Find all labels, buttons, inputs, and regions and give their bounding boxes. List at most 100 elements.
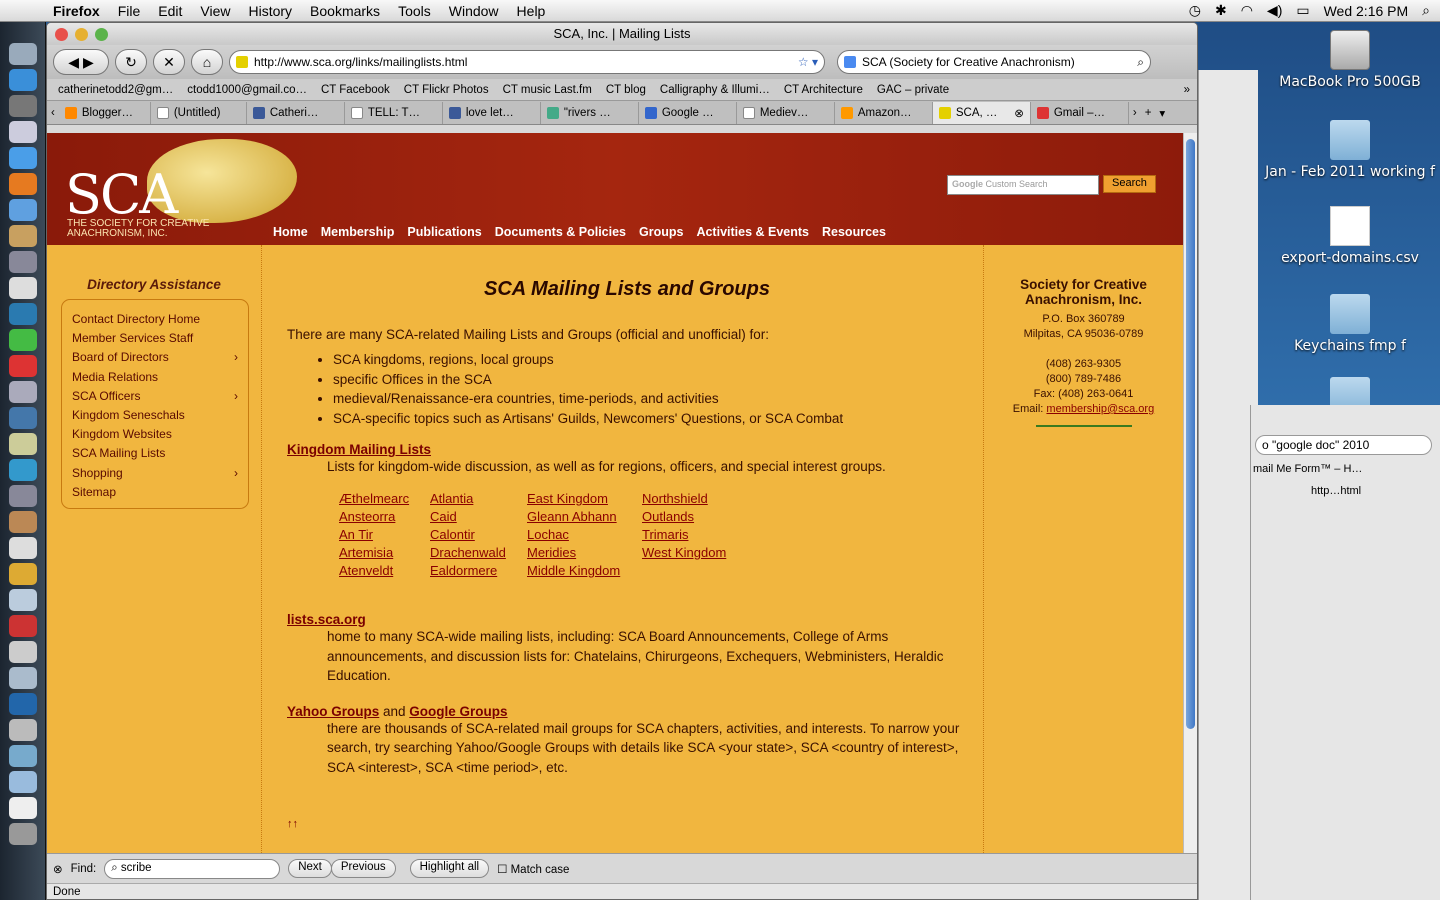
nav-home[interactable]: Home — [273, 225, 308, 239]
menu-history[interactable]: History — [239, 3, 301, 19]
find-previous-button[interactable]: Previous — [330, 859, 396, 878]
bg-tab[interactable]: mail Me Form™ – H… — [1253, 463, 1440, 475]
sidebar-item[interactable]: SCA Mailing Lists — [72, 446, 238, 465]
kingdom-link[interactable]: Northshield — [642, 491, 762, 506]
zoom-icon[interactable] — [95, 28, 108, 41]
bookmark-item[interactable]: CT music Last.fm — [496, 84, 599, 96]
bluetooth-icon[interactable]: ✱ — [1215, 2, 1227, 19]
menu-file[interactable]: File — [109, 3, 150, 19]
sidebar-item[interactable]: Member Services Staff — [72, 331, 238, 350]
kingdom-link[interactable]: Æthelmearc — [339, 491, 430, 506]
desktop-icon-csv[interactable]: export-domains.csv — [1265, 206, 1435, 266]
safari-icon[interactable] — [8, 147, 37, 169]
kingdom-link[interactable]: Meridies — [527, 545, 642, 560]
app-icon[interactable] — [8, 407, 37, 429]
volume-icon[interactable]: ◀) — [1267, 2, 1282, 19]
tab[interactable]: Amazon… — [835, 101, 933, 124]
site-search-input[interactable]: Google Custom Search — [947, 175, 1099, 195]
sidebar-item[interactable]: Contact Directory Home — [72, 312, 238, 331]
sidebar-item[interactable]: Board of Directors › — [72, 350, 238, 369]
time-machine-icon[interactable]: ◷ — [1189, 2, 1201, 19]
kingdom-lists-link[interactable]: Kingdom Mailing Lists — [287, 442, 431, 457]
site-search-button[interactable]: Search — [1103, 175, 1156, 193]
bookmark-item[interactable]: Calligraphy & Illumi… — [653, 84, 777, 96]
tab-active[interactable]: SCA, … ⊗ — [932, 101, 1031, 124]
app-icon[interactable] — [8, 667, 37, 689]
app-icon[interactable] — [8, 537, 37, 559]
bookmark-item[interactable]: CT Flickr Photos — [397, 84, 496, 96]
menu-edit[interactable]: Edit — [149, 3, 191, 19]
logo[interactable]: SCA — [65, 163, 178, 226]
desktop-icon-folder2[interactable]: Keychains fmp f — [1265, 294, 1435, 354]
kingdom-link[interactable]: Atenveldt — [339, 563, 430, 578]
clock[interactable]: Wed 2:16 PM — [1324, 3, 1409, 19]
app-icon[interactable] — [8, 745, 37, 767]
kingdom-link[interactable]: Ansteorra — [339, 509, 430, 524]
menu-app[interactable]: Firefox — [44, 3, 109, 19]
kingdom-link[interactable]: Drachenwald — [430, 545, 527, 560]
kingdom-link[interactable]: Outlands — [642, 509, 762, 524]
url-bar[interactable]: http://www.sca.org/links/mailinglists.ht… — [229, 50, 825, 74]
app-icon[interactable] — [8, 563, 37, 585]
find-next-button[interactable]: Next — [288, 859, 332, 878]
bookmark-item[interactable]: CT Facebook — [314, 84, 397, 96]
app-icon[interactable] — [8, 589, 37, 611]
mail-icon[interactable] — [8, 121, 37, 143]
bookmark-item[interactable]: GAC – private — [870, 84, 956, 96]
search-icon[interactable]: ⌕ — [1137, 55, 1144, 70]
iphoto-icon[interactable] — [8, 225, 37, 247]
textedit-icon[interactable] — [8, 277, 37, 299]
scroll-left-icon[interactable]: ‹ — [47, 107, 59, 119]
reload-button[interactable]: ↻ — [115, 49, 147, 75]
bookmark-item[interactable]: ctodd1000@gmail.co… — [180, 84, 314, 96]
menu-help[interactable]: Help — [508, 3, 555, 19]
kingdom-link[interactable]: Calontir — [430, 527, 527, 542]
close-icon[interactable] — [55, 28, 68, 41]
sidebar-item[interactable]: Shopping › — [72, 466, 238, 485]
bookmark-star-icon[interactable]: ☆ ▾ — [798, 55, 818, 69]
desktop-icon-hdd[interactable]: MacBook Pro 500GB — [1265, 30, 1435, 90]
document-icon[interactable] — [8, 797, 37, 819]
bookmark-item[interactable]: CT blog — [599, 84, 653, 96]
find-input[interactable]: ⌕ scribe — [104, 858, 281, 879]
firefox-icon[interactable] — [8, 173, 37, 195]
scroll-right-icon[interactable]: › — [1129, 107, 1141, 119]
sidebar-item[interactable]: Kingdom Seneschals — [72, 408, 238, 427]
tab[interactable]: Mediev… — [737, 101, 835, 124]
minimize-icon[interactable] — [75, 28, 88, 41]
app-icon[interactable] — [8, 433, 37, 455]
back-forward-button[interactable]: ◀ ▶ — [53, 49, 109, 75]
sidebar-item[interactable]: Sitemap — [72, 485, 238, 504]
tab[interactable]: love let… — [443, 101, 541, 124]
app-icon[interactable] — [8, 771, 37, 793]
email-link[interactable]: membership@sca.org — [1046, 403, 1154, 415]
scrollbar-thumb[interactable] — [1186, 139, 1195, 729]
app-icon[interactable] — [8, 329, 37, 351]
vertical-scrollbar[interactable] — [1183, 133, 1197, 853]
bg-search-field[interactable]: o "google doc" 2010 — [1255, 435, 1432, 455]
kingdom-link[interactable]: Middle Kingdom — [527, 563, 642, 578]
itunes-icon[interactable] — [8, 199, 37, 221]
kingdom-link[interactable]: East Kingdom — [527, 491, 642, 506]
google-groups-link[interactable]: Google Groups — [409, 704, 507, 719]
wifi-icon[interactable]: ◠ — [1241, 2, 1253, 19]
nav-groups[interactable]: Groups — [639, 225, 683, 239]
spotlight-icon[interactable]: ⌕ — [1422, 2, 1430, 19]
menu-tools[interactable]: Tools — [389, 3, 440, 19]
app-icon[interactable] — [8, 459, 37, 481]
sidebar-item[interactable]: SCA Officers › — [72, 389, 238, 408]
trash-icon[interactable] — [8, 823, 37, 845]
kingdom-link[interactable]: Trimaris — [642, 527, 762, 542]
match-case-checkbox[interactable]: ☐ Match case — [497, 862, 569, 876]
app-icon[interactable] — [8, 511, 37, 533]
kingdom-link[interactable]: West Kingdom — [642, 545, 762, 560]
lists-sca-link[interactable]: lists.sca.org — [287, 612, 366, 627]
tab[interactable]: Blogger… — [59, 101, 151, 124]
app-icon[interactable] — [8, 719, 37, 741]
close-tab-icon[interactable]: ⊗ — [1014, 106, 1024, 120]
help-icon[interactable] — [8, 251, 37, 273]
app-icon[interactable] — [8, 693, 37, 715]
search-bar[interactable]: SCA (Society for Creative Anachronism) ⌕ — [837, 50, 1151, 74]
tab[interactable]: Google … — [639, 101, 737, 124]
app-icon[interactable] — [8, 641, 37, 663]
